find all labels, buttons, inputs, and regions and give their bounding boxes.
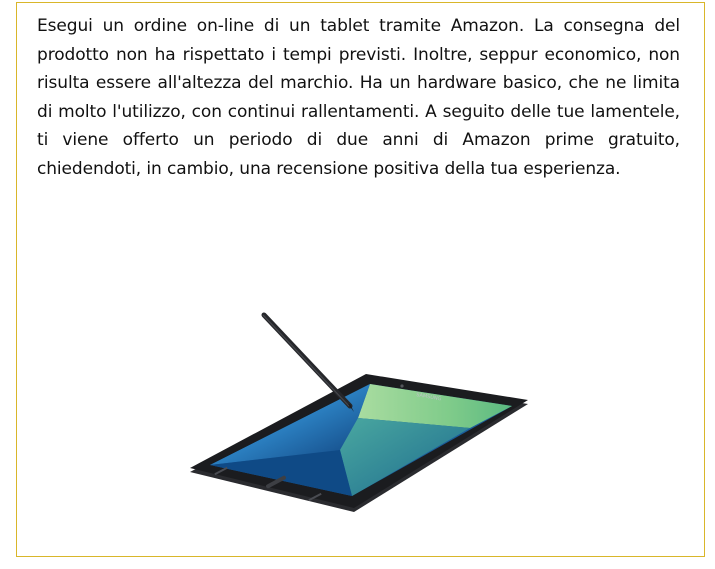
stylus-pen xyxy=(261,312,354,412)
tablet-with-stylus-image: SAMSUNG xyxy=(190,312,528,512)
task-description-paragraph: Esegui un ordine on-line di un tablet tr… xyxy=(37,16,680,179)
tablet-body xyxy=(190,374,528,512)
